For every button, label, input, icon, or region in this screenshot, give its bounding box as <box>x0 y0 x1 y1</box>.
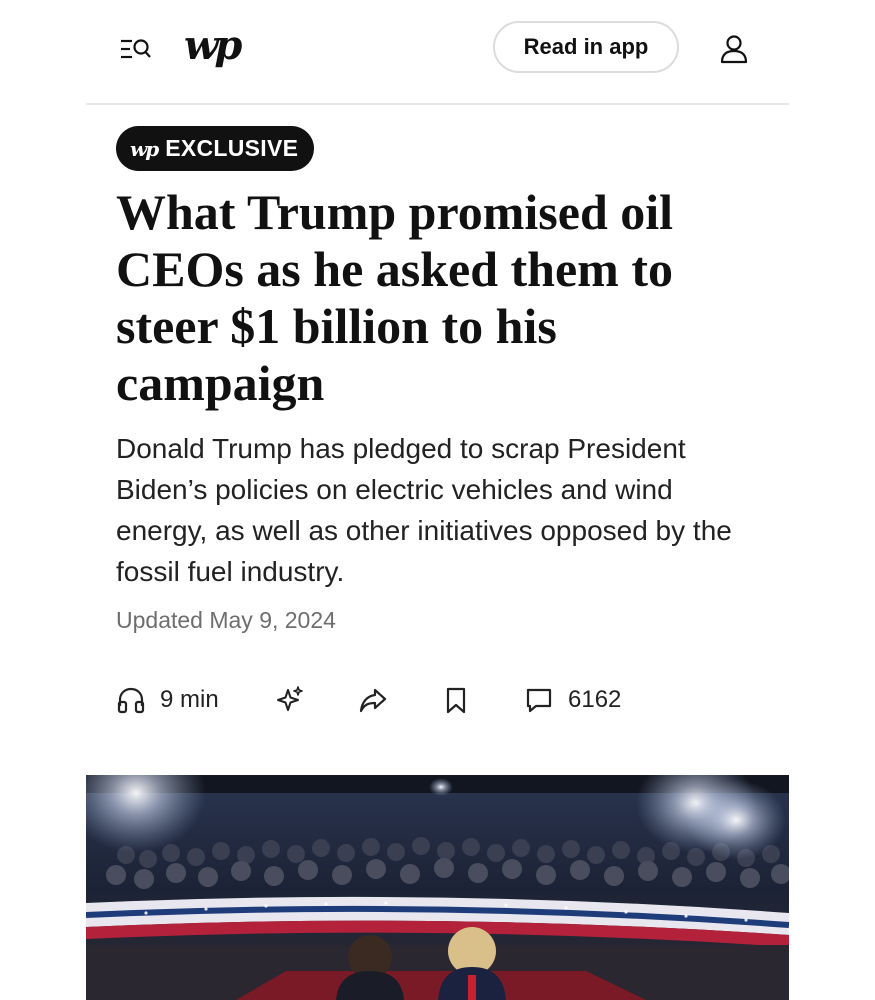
ai-summary-button[interactable] <box>274 682 306 718</box>
article-dek: Donald Trump has pledged to scrap Presid… <box>116 433 732 587</box>
sparkle-icon <box>274 684 306 716</box>
headphones-icon <box>116 685 146 715</box>
lead-photo[interactable] <box>86 775 789 1000</box>
listen-time: 9 min <box>160 686 219 713</box>
bookmark-button[interactable] <box>443 682 469 718</box>
washington-post-logo[interactable]: wp <box>184 22 242 69</box>
article-toolbar: 9 min 6162 <box>116 682 676 718</box>
bookmark-icon <box>443 685 469 715</box>
read-in-app-button[interactable]: Read in app <box>493 21 679 73</box>
menu-search-icon[interactable] <box>120 36 152 62</box>
share-icon <box>358 685 388 715</box>
comment-icon <box>524 685 554 715</box>
comment-count: 6162 <box>568 686 622 713</box>
share-button[interactable] <box>358 682 388 718</box>
article-timestamp: Updated May 9, 2024 <box>116 607 336 633</box>
listen-button[interactable]: 9 min <box>116 682 219 718</box>
article-headline: What Trump promised oil CEOs as he asked… <box>116 184 674 411</box>
exclusive-badge: wp EXCLUSIVE <box>116 126 315 171</box>
badge-label: EXCLUSIVE <box>165 135 299 161</box>
comments-button[interactable]: 6162 <box>524 682 621 718</box>
top-nav-bar: wp Read in app <box>86 0 789 105</box>
user-icon[interactable] <box>720 34 748 64</box>
badge-logo: wp <box>130 136 159 161</box>
